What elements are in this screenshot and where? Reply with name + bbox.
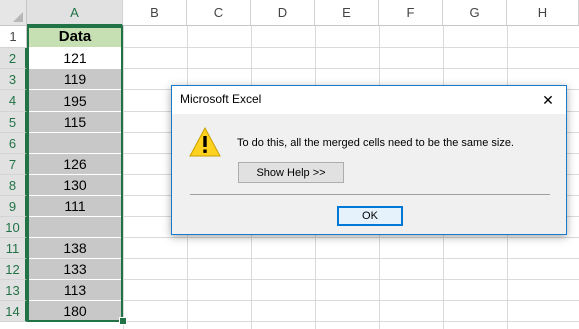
cell-a1-header[interactable]: Data xyxy=(27,26,123,48)
column-header-g[interactable]: G xyxy=(443,0,507,26)
cell-a4[interactable]: 195 xyxy=(27,90,123,112)
fill-handle[interactable] xyxy=(119,317,127,325)
column-header-d[interactable]: D xyxy=(251,0,315,26)
dialog-divider xyxy=(190,194,550,195)
row-header-7[interactable]: 7 xyxy=(0,154,27,175)
row-header-13[interactable]: 13 xyxy=(0,280,27,301)
dialog-message: To do this, all the merged cells need to… xyxy=(237,137,514,149)
message-dialog: Microsoft Excel ✕ To do this, all the me… xyxy=(171,85,567,235)
row-header-12[interactable]: 12 xyxy=(0,259,27,280)
dialog-title: Microsoft Excel xyxy=(180,92,262,106)
row-header-3[interactable]: 3 xyxy=(0,69,27,90)
ok-button[interactable]: OK xyxy=(337,206,403,226)
cell-a11[interactable]: 138 xyxy=(27,238,123,259)
cell-a12[interactable]: 133 xyxy=(27,259,123,280)
show-help-button[interactable]: Show Help >> xyxy=(238,162,344,183)
column-header-b[interactable]: B xyxy=(123,0,187,26)
cell-a14[interactable]: 180 xyxy=(27,301,123,322)
column-header-e[interactable]: E xyxy=(315,0,379,26)
row-header-10[interactable]: 10 xyxy=(0,217,27,238)
row-header-9[interactable]: 9 xyxy=(0,196,27,217)
select-all-corner[interactable] xyxy=(0,0,27,26)
cell-a6[interactable] xyxy=(27,133,123,154)
cell-a5[interactable]: 115 xyxy=(27,112,123,133)
warning-icon xyxy=(189,126,221,157)
row-header-2[interactable]: 2 xyxy=(0,48,27,69)
cell-a8[interactable]: 130 xyxy=(27,175,123,196)
cell-a13[interactable]: 113 xyxy=(27,280,123,301)
column-header-h[interactable]: H xyxy=(507,0,579,26)
column-header-c[interactable]: C xyxy=(187,0,251,26)
select-all-triangle-icon xyxy=(13,12,23,22)
column-header-a[interactable]: A xyxy=(27,0,123,26)
row-header-8[interactable]: 8 xyxy=(0,175,27,196)
row-header-5[interactable]: 5 xyxy=(0,112,27,133)
row-header-1[interactable]: 1 xyxy=(0,26,27,48)
cell-a3[interactable]: 119 xyxy=(27,69,123,90)
cell-a7[interactable]: 126 xyxy=(27,154,123,175)
row-header-11[interactable]: 11 xyxy=(0,238,27,259)
column-header-f[interactable]: F xyxy=(379,0,443,26)
cell-a9[interactable]: 111 xyxy=(27,196,123,217)
close-button[interactable]: ✕ xyxy=(536,88,560,112)
close-icon: ✕ xyxy=(542,91,554,108)
cell-a2[interactable]: 121 xyxy=(27,48,123,69)
gridline xyxy=(123,26,124,329)
dialog-titlebar[interactable]: Microsoft Excel ✕ xyxy=(172,86,566,114)
row-header-14[interactable]: 14 xyxy=(0,301,27,322)
cell-a10[interactable] xyxy=(27,217,123,238)
row-header-6[interactable]: 6 xyxy=(0,133,27,154)
row-header-4[interactable]: 4 xyxy=(0,90,27,112)
